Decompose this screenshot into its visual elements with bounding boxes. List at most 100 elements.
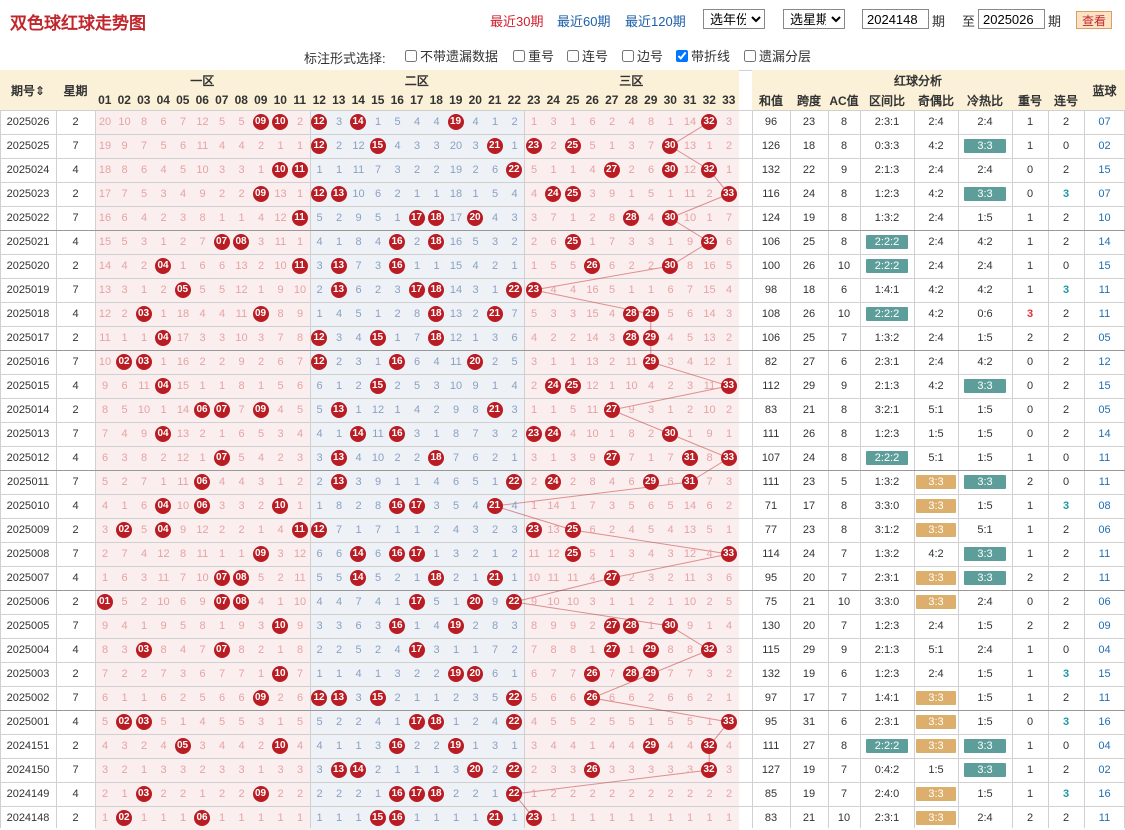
miss-count: 8 [199,620,206,632]
miss-count: 4 [335,596,343,608]
miss-count: 6 [101,692,109,704]
option-consec-checkbox[interactable] [567,49,579,62]
analysis-zone: 1:2:3 [874,188,900,200]
miss-count: 5 [121,404,128,416]
miss-count: 1 [725,356,733,368]
miss-count: 11 [703,380,716,392]
period-link-60[interactable]: 最近60期 [557,11,610,30]
option-repeat[interactable]: 重号 [513,46,554,65]
miss-count: 1 [491,788,499,800]
miss-count: 2 [394,308,401,320]
period-link-30[interactable]: 最近30期 [490,11,543,30]
miss-count: 6 [101,452,109,464]
miss-count: 2 [140,596,148,608]
option-repeat-checkbox[interactable] [513,49,525,62]
analysis-span: 21 [802,812,816,824]
drawn-ball: 22 [506,714,522,730]
miss-count: 11 [684,188,696,200]
miss-count: 6 [608,260,616,272]
miss-count: 3 [296,452,304,464]
option-edge[interactable]: 边号 [622,46,663,65]
year-select[interactable]: 选年份 [703,9,765,29]
drawn-ball: 27 [603,618,620,634]
analysis-sum: 115 [762,644,780,656]
miss-count: 1 [160,404,167,416]
miss-count: 8 [530,620,538,632]
miss-count: 4 [530,332,538,344]
header-period[interactable]: 期号⇕ [0,70,56,110]
period-cell: 2024148 [6,812,50,824]
miss-count: 5 [569,716,577,728]
to-period-input[interactable] [978,9,1045,29]
drawn-ball: 17 [408,594,425,610]
header-number: 33 [719,90,739,110]
analysis-oe: 2:4 [928,620,944,632]
option-polyline[interactable]: 带折线 [676,46,730,65]
option-miss-layer[interactable]: 遗漏分层 [744,46,811,65]
miss-count: 11 [567,572,579,584]
drawn-ball: 31 [681,450,698,466]
miss-count: 1 [238,212,245,224]
blue-ball: 09 [1098,620,1111,632]
analysis-ac: 8 [840,740,848,752]
analysis-span: 20 [802,620,816,632]
period-cell: 2025005 [6,620,50,632]
analysis-span: 27 [802,356,816,368]
miss-count: 7 [160,668,167,680]
option-miss-layer-checkbox[interactable] [744,49,756,62]
miss-count: 12 [98,308,112,320]
option-edge-checkbox[interactable] [622,49,634,62]
miss-count: 5 [374,212,382,224]
analysis-sum: 111 [762,428,780,440]
miss-count: 1 [335,380,343,392]
analysis-span: 23 [802,476,816,488]
analysis-zone: 2:3:1 [874,812,900,824]
miss-count: 2 [413,452,421,464]
analysis-sum: 108 [761,308,781,320]
miss-count: 4 [608,476,616,488]
miss-count: 7 [218,668,226,680]
miss-count: 3 [725,308,733,320]
header-number: 23 [524,90,544,110]
period-cell: 2025025 [6,140,50,152]
miss-count: 2 [725,668,733,680]
blue-ball: 08 [1098,500,1111,512]
miss-count: 7 [472,428,479,440]
miss-count: 4 [316,428,323,440]
drawn-ball: 18 [428,450,444,466]
miss-count: 1 [257,164,265,176]
weekday-cell: 7 [72,620,79,632]
miss-count: 1 [121,332,128,344]
analysis-consec: 3 [1062,500,1070,512]
query-button[interactable]: 查看 [1076,11,1112,29]
miss-count: 1 [511,260,518,272]
miss-count: 6 [374,548,382,560]
miss-count: 3 [550,308,557,320]
option-consec[interactable]: 连号 [567,46,608,65]
weekday-cell: 7 [72,356,79,368]
period-link-120[interactable]: 最近120期 [625,11,686,30]
miss-count: 5 [413,380,421,392]
option-polyline-checkbox[interactable] [676,49,688,62]
analysis-consec: 2 [1062,428,1070,440]
miss-count: 1 [667,116,674,128]
drawn-ball: 33 [720,450,737,466]
from-period-input[interactable] [862,9,929,29]
miss-count: 5 [608,716,616,728]
miss-count: 2 [355,500,362,512]
miss-count: 13 [683,524,697,536]
option-no-miss[interactable]: 不带遗漏数据 [405,46,498,65]
header-analysis-col: 奇偶比 [914,90,958,110]
zone-ratio-badge: 2:2:2 [866,259,908,273]
miss-count: 1 [530,116,538,128]
period-cell: 2025020 [6,260,50,272]
miss-count: 2 [238,524,245,536]
weekday-select[interactable]: 选星期 [783,9,845,29]
analysis-sum: 126 [761,140,781,152]
blue-ball: 16 [1098,716,1111,728]
miss-count: 1 [316,500,323,512]
miss-count: 10 [371,452,385,464]
drawn-ball: 12 [311,522,327,538]
drawn-ball: 14 [350,570,366,586]
option-no-miss-checkbox[interactable] [405,49,417,62]
